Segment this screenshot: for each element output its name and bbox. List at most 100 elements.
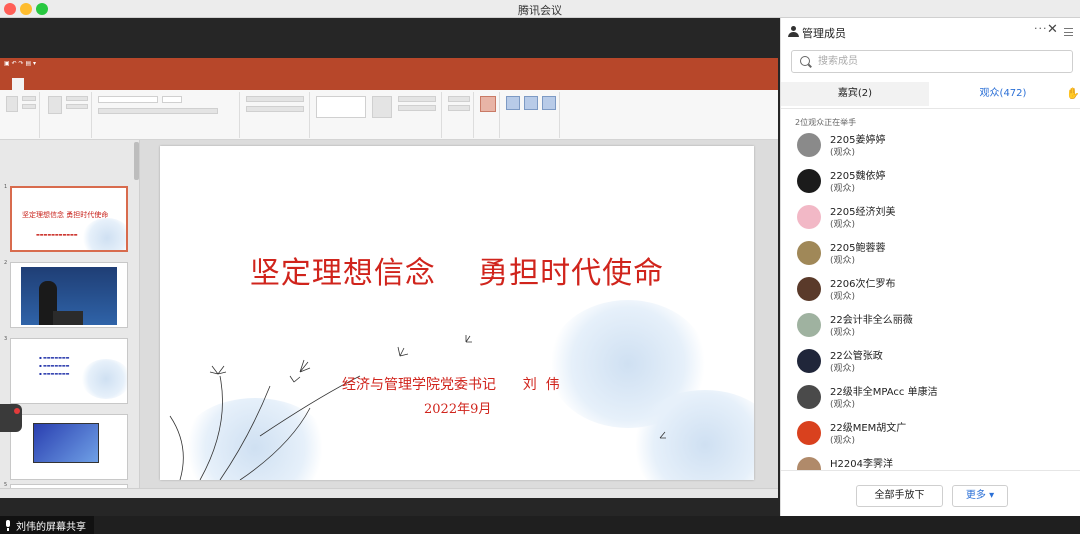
screen-share-area: ▣ ↶ ↷ ▤ ▾ 1 坚定理想信念 勇担时代使命 ▬▬▬▬▬▬▬▬▬▬▬ 2 … [0, 18, 780, 534]
microphone-icon [4, 519, 12, 531]
member-name: 2205姜婷婷 [830, 135, 886, 146]
avatar [797, 349, 821, 373]
ribbon-group-clipboard [2, 92, 40, 138]
member-row[interactable]: 22公管张政 (观众) [781, 346, 1080, 382]
avatar [797, 205, 821, 229]
panel-title: 管理成员 [802, 27, 846, 40]
member-row[interactable]: 22级非全MPAcc 单康洁 (观众) [781, 382, 1080, 418]
member-list: 2205姜婷婷 (观众) 2205魏依婷 (观众) 2205经济刘美 (观众) … [781, 130, 1080, 470]
member-row[interactable]: 2205鲍蓉蓉 (观众) [781, 238, 1080, 274]
member-name: 2205经济刘美 [830, 207, 896, 218]
member-search-box [791, 50, 1073, 73]
raise-hand-icon[interactable]: ✋ [1066, 87, 1080, 100]
member-name: 2205鲍蓉蓉 [830, 243, 886, 254]
slide-thumbnail-2[interactable] [10, 262, 128, 328]
slide-canvas: 坚定理想信念 勇担时代使命 经济与管理学院党委书记 刘 伟 2022年9月 [140, 140, 778, 488]
avatar [797, 457, 821, 470]
member-name: 2206次仁罗布 [830, 279, 896, 290]
members-panel: 管理成员 ··· ✕ 嘉宾(2) 观众(472) ✋ 2位观众正在举手 2205… [780, 18, 1080, 516]
ppt-tab-active [12, 78, 24, 90]
member-name: 22会计非全么丽薇 [830, 315, 913, 326]
slide-date: 2022年9月 [424, 402, 492, 417]
member-name: 22级非全MPAcc 单康洁 [830, 387, 938, 398]
ppt-status-bar [0, 488, 778, 498]
panel-footer: 全部手放下 更多 ▾ [781, 470, 1080, 516]
menu-icon[interactable] [1064, 28, 1073, 36]
close-panel-icon[interactable]: ✕ [1047, 22, 1058, 37]
sharer-name: 刘伟的屏幕共享 [16, 521, 86, 533]
member-row[interactable]: 22级MEM胡文广 (观众) [781, 418, 1080, 454]
thumb-image [33, 423, 99, 463]
avatar [797, 277, 821, 301]
ribbon-group-drawing [312, 92, 442, 138]
ribbon-group-templates [502, 92, 560, 138]
ppt-ribbon [0, 90, 778, 140]
shared-powerpoint-window: ▣ ↶ ↷ ▤ ▾ 1 坚定理想信念 勇担时代使命 ▬▬▬▬▬▬▬▬▬▬▬ 2 … [0, 58, 778, 498]
panel-header: 管理成员 ··· ✕ [781, 18, 1080, 46]
member-row[interactable]: 2205经济刘美 (观众) [781, 202, 1080, 238]
lower-all-hands-button[interactable]: 全部手放下 [856, 485, 943, 507]
member-row[interactable]: H2204李霁洋 (观众) [781, 454, 1080, 470]
more-button[interactable]: 更多 ▾ [952, 485, 1008, 507]
avatar [797, 385, 821, 409]
thumb-title: 坚定理想信念 勇担时代使命 [22, 211, 109, 219]
hand-raise-status: 2位观众正在举手 [795, 118, 857, 127]
member-row[interactable]: 2205姜婷婷 (观众) [781, 130, 1080, 166]
window-title: 腾讯会议 [518, 4, 562, 17]
user-icon [788, 26, 799, 38]
divider [781, 108, 1080, 109]
ribbon-group-pdf [476, 92, 500, 138]
member-role: (观众) [830, 256, 856, 266]
member-row[interactable]: 22会计非全么丽薇 (观众) [781, 310, 1080, 346]
thumb-text-lines: ▪ ▬▬▬▬▬▬▬ [39, 355, 70, 360]
slide-title: 坚定理想信念 勇担时代使命 [249, 256, 665, 291]
avatar [797, 169, 821, 193]
ppt-quick-access-icons: ▣ ↶ ↷ ▤ ▾ [4, 60, 37, 67]
member-role: (观众) [830, 364, 856, 374]
thumb-number: 3 [4, 336, 8, 342]
ribbon-group-editing [444, 92, 474, 138]
ribbon-group-slides [42, 92, 92, 138]
avatar [797, 421, 821, 445]
slide-subtitle: 经济与管理学院党委书记 刘 伟 [342, 377, 560, 393]
slide-thumbnail-1[interactable]: 坚定理想信念 勇担时代使命 ▬▬▬▬▬▬▬▬▬▬▬ [10, 186, 128, 252]
member-role: (观众) [830, 184, 856, 194]
member-role: (观众) [830, 148, 856, 158]
member-search-input[interactable] [818, 54, 1068, 69]
member-role: (观众) [830, 292, 856, 302]
member-name: 22公管张政 [830, 351, 883, 362]
thumb-number: 1 [4, 184, 8, 190]
member-role: (观众) [830, 220, 856, 230]
member-role: (观众) [830, 400, 856, 410]
member-tabs: 嘉宾(2) 观众(472) ✋ [781, 82, 1080, 106]
ribbon-group-font [94, 92, 240, 138]
avatar [797, 241, 821, 265]
slide-thumbnail-4[interactable] [10, 414, 128, 480]
member-name: 2205魏依婷 [830, 171, 886, 182]
member-name: 22级MEM胡文广 [830, 423, 907, 434]
dandelion-decoration [169, 335, 666, 480]
window-titlebar: 腾讯会议 [0, 0, 1080, 18]
search-icon [800, 56, 810, 66]
ppt-titlebar: ▣ ↶ ↷ ▤ ▾ [0, 58, 778, 90]
tab-guests[interactable]: 嘉宾(2) [781, 82, 929, 106]
more-options-icon[interactable]: ··· [1034, 22, 1048, 35]
ribbon-group-paragraph [242, 92, 310, 138]
tab-audience[interactable]: 观众(472) [929, 82, 1077, 106]
recording-indicator-icon [14, 408, 20, 414]
avatar [797, 313, 821, 337]
floating-toolbar-toggle[interactable] [0, 404, 22, 432]
slide-thumbnail-pane: 1 坚定理想信念 勇担时代使命 ▬▬▬▬▬▬▬▬▬▬▬ 2 3 ▪ ▬▬▬▬▬▬… [0, 140, 140, 498]
thumbnail-scrollbar[interactable] [134, 142, 139, 180]
avatar [797, 133, 821, 157]
member-row[interactable]: 2205魏依婷 (观众) [781, 166, 1080, 202]
member-role: (观众) [830, 436, 856, 446]
member-role: (观众) [830, 328, 856, 338]
slide-thumbnail-3[interactable]: ▪ ▬▬▬▬▬▬▬ ▪ ▬▬▬▬▬▬▬ ▪ ▬▬▬▬▬▬▬ [10, 338, 128, 404]
ppt-ribbon-tabs [0, 72, 120, 90]
member-name: H2204李霁洋 [830, 459, 893, 470]
current-slide: 坚定理想信念 勇担时代使命 经济与管理学院党委书记 刘 伟 2022年9月 [160, 146, 754, 480]
thumb-subtitle-lines: ▬▬▬▬▬▬▬▬▬▬▬ [36, 232, 78, 237]
member-row[interactable]: 2206次仁罗布 (观众) [781, 274, 1080, 310]
screen-share-label: 刘伟的屏幕共享 [0, 516, 94, 534]
